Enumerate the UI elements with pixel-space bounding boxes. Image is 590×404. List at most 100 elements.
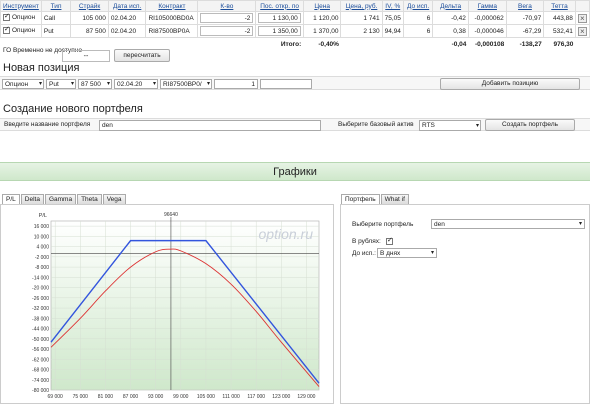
row-open-price[interactable]: 1 350,00 bbox=[255, 24, 304, 38]
type-select[interactable]: Put bbox=[46, 79, 76, 89]
col-contract[interactable]: Контракт bbox=[145, 0, 199, 12]
col-qty[interactable]: К-во bbox=[197, 0, 257, 12]
row-date: 02.04.20 bbox=[107, 24, 147, 38]
row-price-rub: 1 741 bbox=[340, 11, 383, 25]
recalculate-button[interactable]: пересчитать bbox=[114, 49, 170, 62]
row-gamma: -0,000046 bbox=[467, 24, 507, 38]
create-portfolio-button[interactable]: Создать портфель bbox=[485, 119, 575, 131]
y-tick-label: -8 000 bbox=[35, 265, 49, 271]
add-position-button[interactable]: Добавить позицию bbox=[440, 78, 580, 90]
col-open-price[interactable]: Пос. откр. по bbox=[255, 0, 304, 12]
contract-select[interactable]: RI87500BP0/ bbox=[160, 79, 212, 89]
base-asset-select[interactable]: RTS bbox=[419, 120, 481, 131]
col-price-rub[interactable]: Цена, руб. bbox=[340, 0, 383, 12]
row-contract: RI105000BD0A bbox=[145, 11, 199, 25]
col-instrument[interactable]: Инструмент bbox=[0, 0, 42, 12]
y-tick-label: -44 000 bbox=[32, 327, 49, 333]
row-qty[interactable]: -2 bbox=[197, 11, 257, 25]
x-tick-label: 75 000 bbox=[73, 394, 89, 400]
y-tick-label: -74 000 bbox=[32, 378, 49, 384]
tab-theta[interactable]: Theta bbox=[77, 194, 102, 204]
table-row: Опцион Put 87 500 02.04.20 RI87500BP0A -… bbox=[0, 24, 590, 38]
x-tick-label: 69 000 bbox=[48, 394, 64, 400]
close-icon[interactable]: × bbox=[577, 13, 587, 23]
portfolio-select[interactable]: den bbox=[431, 219, 585, 229]
strike-select[interactable]: 87 500 bbox=[78, 79, 112, 89]
row-days: 6 bbox=[402, 11, 434, 25]
col-theta[interactable]: Тетта bbox=[543, 0, 576, 12]
y-tick-label: -26 000 bbox=[32, 296, 49, 302]
tab-vega[interactable]: Vega bbox=[102, 194, 126, 204]
base-asset-label: Выберите базовый актив bbox=[338, 121, 414, 128]
portfolio-name-input[interactable]: den bbox=[99, 120, 321, 131]
row-delete[interactable]: × bbox=[574, 11, 590, 25]
y-tick-label: -2 000 bbox=[35, 255, 49, 261]
positions-table: Инструмент Тип Страйк Дата исп. Контракт… bbox=[0, 0, 590, 51]
col-strike[interactable]: Страйк bbox=[70, 0, 109, 12]
watermark: option.ru bbox=[259, 226, 314, 242]
col-delta[interactable]: Дельта bbox=[432, 0, 469, 12]
new-position-title: Новая позиция bbox=[3, 62, 80, 74]
x-tick-label: 111 000 bbox=[222, 394, 240, 400]
portfolio-select-label: Выберите портфель bbox=[352, 221, 414, 228]
instrument-select[interactable]: Опцион bbox=[2, 79, 44, 89]
qty-input[interactable]: -2 bbox=[200, 26, 254, 36]
create-portfolio-bar: Введите название портфеля den Выберите б… bbox=[0, 118, 590, 131]
row-instrument[interactable]: Опцион bbox=[0, 11, 42, 25]
row-checkbox[interactable] bbox=[3, 25, 10, 35]
col-price[interactable]: Цена bbox=[302, 0, 342, 12]
chart-tabs: P/L Delta Gamma Theta Vega bbox=[2, 194, 126, 204]
row-delete[interactable]: × bbox=[574, 24, 590, 38]
rub-checkbox[interactable] bbox=[386, 236, 393, 245]
col-type[interactable]: Тип bbox=[40, 0, 72, 12]
tab-portfolio[interactable]: Портфель bbox=[341, 194, 380, 204]
y-tick-label: -62 000 bbox=[32, 357, 49, 363]
date-select[interactable]: 02.04.20 bbox=[114, 79, 158, 89]
table-row: Опцион Call 105 000 02.04.20 RI105000BD0… bbox=[0, 11, 590, 25]
row-instrument[interactable]: Опцион bbox=[0, 24, 42, 38]
x-tick-label: 93 000 bbox=[148, 394, 164, 400]
col-days[interactable]: До исп. bbox=[402, 0, 434, 12]
margin-row: ГО Временно не доступно -- пересчитать bbox=[0, 46, 590, 64]
tab-what-if[interactable]: What if bbox=[380, 194, 409, 204]
x-tick-label: 117 000 bbox=[247, 394, 265, 400]
tab-pl[interactable]: P/L bbox=[2, 194, 20, 204]
row-gamma: -0,000062 bbox=[467, 11, 507, 25]
positions-header-row: Инструмент Тип Страйк Дата исп. Контракт… bbox=[0, 0, 590, 12]
col-iv[interactable]: IV, % bbox=[381, 0, 404, 12]
y-tick-label: -68 000 bbox=[32, 368, 49, 374]
row-contract: RI87500BP0A bbox=[145, 24, 199, 38]
side-tabs: Портфель What if bbox=[341, 194, 409, 204]
row-date: 02.04.20 bbox=[107, 11, 147, 25]
row-type: Put bbox=[40, 24, 72, 38]
qty-input[interactable]: 1 bbox=[214, 79, 258, 89]
y-tick-label: 10 000 bbox=[34, 234, 50, 240]
create-portfolio-title: Создание нового портфеля bbox=[3, 103, 143, 115]
y-tick-label: -32 000 bbox=[32, 306, 49, 312]
col-date[interactable]: Дата исп. bbox=[107, 0, 147, 12]
row-iv: 75,05 bbox=[381, 11, 404, 25]
qty-input[interactable]: -2 bbox=[200, 13, 254, 23]
row-delta: 0,38 bbox=[432, 24, 469, 38]
row-price-rub: 2 130 bbox=[340, 24, 383, 38]
col-vega[interactable]: Вега bbox=[505, 0, 545, 12]
col-gamma[interactable]: Гамма bbox=[467, 0, 507, 12]
row-checkbox[interactable] bbox=[3, 12, 10, 22]
close-icon[interactable]: × bbox=[577, 26, 587, 36]
price-input[interactable] bbox=[260, 79, 312, 89]
open-price-input[interactable]: 1 350,00 bbox=[258, 26, 301, 36]
tab-delta[interactable]: Delta bbox=[20, 194, 44, 204]
open-price-input[interactable]: 1 130,00 bbox=[258, 13, 301, 23]
row-price: 1 120,00 bbox=[302, 11, 342, 25]
row-strike: 87 500 bbox=[70, 24, 109, 38]
current-price-label: 96640 bbox=[164, 212, 178, 218]
row-qty[interactable]: -2 bbox=[197, 24, 257, 38]
row-open-price[interactable]: 1 130,00 bbox=[255, 11, 304, 25]
y-tick-label: 4 000 bbox=[36, 245, 49, 251]
tab-gamma[interactable]: Gamma bbox=[44, 194, 77, 204]
x-tick-label: 123 000 bbox=[272, 394, 290, 400]
y-tick-label: -38 000 bbox=[32, 316, 49, 322]
days-select[interactable]: В днях bbox=[377, 248, 437, 258]
y-tick-label: -50 000 bbox=[32, 337, 49, 343]
row-price: 1 370,00 bbox=[302, 24, 342, 38]
